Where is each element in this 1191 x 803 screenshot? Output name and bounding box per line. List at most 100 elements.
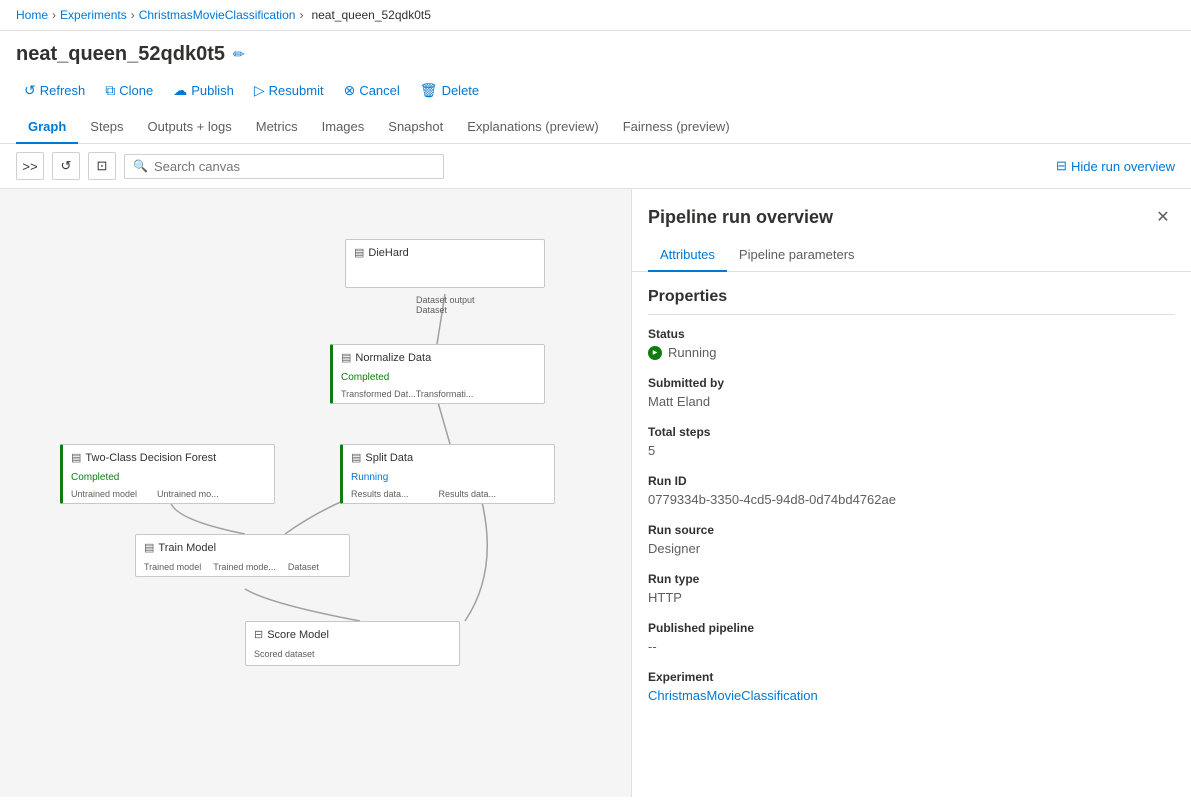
node-split-icon: ▤ xyxy=(351,451,361,464)
node-normalize-label: Normalize Data xyxy=(355,352,431,364)
prop-run-id-label: Run ID xyxy=(648,474,1175,488)
prop-experiment-value[interactable]: ChristmasMovieClassification xyxy=(648,688,1175,703)
node-two-class-icon: ▤ xyxy=(71,451,81,464)
reset-zoom-button[interactable]: ↺ xyxy=(52,152,80,180)
publish-button[interactable]: ☁ Publish xyxy=(165,78,242,103)
properties-title: Properties xyxy=(648,288,1175,315)
panel-title: Pipeline run overview xyxy=(648,207,833,228)
prop-run-source-value: Designer xyxy=(648,541,1175,556)
node-split-label: Split Data xyxy=(365,452,413,464)
prop-run-id: Run ID 0779334b-3350-4cd5-94d8-0d74bd476… xyxy=(648,474,1175,507)
node-split-status: Running xyxy=(343,470,554,487)
prop-total-steps-label: Total steps xyxy=(648,425,1175,439)
main-content: ▤ DieHard Dataset outputDataset ▤ Normal… xyxy=(0,189,1191,797)
clone-button[interactable]: ⧉ Clone xyxy=(97,78,161,103)
node-train-label: Train Model xyxy=(158,542,216,554)
prop-published-pipeline: Published pipeline -- xyxy=(648,621,1175,654)
tab-outputs-logs[interactable]: Outputs + logs xyxy=(136,111,244,144)
pipeline-run-overview-panel: Pipeline run overview ✕ Attributes Pipel… xyxy=(631,189,1191,797)
prop-total-steps-value: 5 xyxy=(648,443,1175,458)
prop-published-pipeline-label: Published pipeline xyxy=(648,621,1175,635)
breadcrumb: Home › Experiments › ChristmasMovieClass… xyxy=(0,0,1191,31)
reset-zoom-icon: ↺ xyxy=(61,158,72,174)
page-title: neat_queen_52qdk0t5 xyxy=(16,43,225,66)
cancel-icon: ⊗ xyxy=(344,82,356,99)
tab-snapshot[interactable]: Snapshot xyxy=(376,111,455,144)
breadcrumb-experiments[interactable]: Experiments xyxy=(60,8,127,22)
node-two-class[interactable]: ▤ Two-Class Decision Forest Completed Un… xyxy=(60,444,275,504)
node-score-label: Score Model xyxy=(267,629,329,641)
search-box: 🔍 xyxy=(124,154,444,179)
prop-status-value: Running xyxy=(668,345,716,360)
delete-icon: 🗑 xyxy=(420,82,438,99)
publish-icon: ☁ xyxy=(173,82,187,99)
prop-submitted-by-value: Matt Eland xyxy=(648,394,1175,409)
prop-run-type: Run type HTTP xyxy=(648,572,1175,605)
prop-run-id-value: 0779334b-3350-4cd5-94d8-0d74bd4762ae xyxy=(648,492,1175,507)
node-train-icon: ▤ xyxy=(144,541,154,554)
prop-run-type-label: Run type xyxy=(648,572,1175,586)
prop-status: Status Running xyxy=(648,327,1175,360)
refresh-button[interactable]: ↺ Refresh xyxy=(16,78,93,103)
toolbar: ↺ Refresh ⧉ Clone ☁ Publish ▷ Resubmit ⊗… xyxy=(0,74,1191,111)
prop-published-pipeline-value: -- xyxy=(648,639,1175,654)
refresh-icon: ↺ xyxy=(24,82,36,99)
hide-run-icon: ⊟ xyxy=(1056,158,1067,174)
tabs: Graph Steps Outputs + logs Metrics Image… xyxy=(0,111,1191,144)
edit-icon[interactable]: ✏ xyxy=(233,46,245,63)
node-normalize-data[interactable]: ▤ Normalize Data Completed Transformed D… xyxy=(330,344,545,404)
node-diehard-label: DieHard xyxy=(368,247,408,259)
delete-button[interactable]: 🗑 Delete xyxy=(412,78,487,103)
node-diehard[interactable]: ▤ DieHard Dataset outputDataset xyxy=(345,239,545,288)
prop-run-type-value: HTTP xyxy=(648,590,1175,605)
panel-header: Pipeline run overview ✕ xyxy=(632,189,1191,241)
search-icon: 🔍 xyxy=(133,159,148,173)
canvas[interactable]: ▤ DieHard Dataset outputDataset ▤ Normal… xyxy=(0,189,631,797)
node-diehard-icon: ▤ xyxy=(354,246,364,259)
prop-status-label: Status xyxy=(648,327,1175,341)
tab-fairness[interactable]: Fairness (preview) xyxy=(611,111,742,144)
canvas-toolbar: >> ↺ ⊡ 🔍 ⊟ Hide run overview xyxy=(0,144,1191,189)
panel-tabs: Attributes Pipeline parameters xyxy=(632,241,1191,272)
prop-submitted-by-label: Submitted by xyxy=(648,376,1175,390)
node-normalize-icon: ▤ xyxy=(341,351,351,364)
node-split-data[interactable]: ▤ Split Data Running Results data...Resu… xyxy=(340,444,555,504)
node-score-model[interactable]: ⊟ Score Model Scored dataset xyxy=(245,621,460,666)
prop-run-source-label: Run source xyxy=(648,523,1175,537)
breadcrumb-classification[interactable]: ChristmasMovieClassification xyxy=(139,8,296,22)
clone-icon: ⧉ xyxy=(105,82,115,99)
node-two-class-status: Completed xyxy=(63,470,274,487)
tab-steps[interactable]: Steps xyxy=(78,111,135,144)
node-two-class-label: Two-Class Decision Forest xyxy=(85,452,216,464)
node-normalize-status: Completed xyxy=(333,370,544,387)
node-train-model[interactable]: ▤ Train Model Trained modelTrained mode.… xyxy=(135,534,350,577)
panel-close-button[interactable]: ✕ xyxy=(1151,205,1175,229)
panel-tab-pipeline-params[interactable]: Pipeline parameters xyxy=(727,241,867,272)
tab-graph[interactable]: Graph xyxy=(16,111,78,144)
breadcrumb-home[interactable]: Home xyxy=(16,8,48,22)
breadcrumb-current: neat_queen_52qdk0t5 xyxy=(311,8,430,22)
expand-icon: >> xyxy=(22,159,37,174)
node-score-icon: ⊟ xyxy=(254,628,263,641)
prop-submitted-by: Submitted by Matt Eland xyxy=(648,376,1175,409)
tab-images[interactable]: Images xyxy=(310,111,377,144)
fit-button[interactable]: ⊡ xyxy=(88,152,116,180)
prop-run-source: Run source Designer xyxy=(648,523,1175,556)
cancel-button[interactable]: ⊗ Cancel xyxy=(336,78,408,103)
tab-metrics[interactable]: Metrics xyxy=(244,111,310,144)
panel-content: Properties Status Running Submitted by M… xyxy=(632,272,1191,797)
tab-explanations[interactable]: Explanations (preview) xyxy=(455,111,611,144)
hide-run-overview-button[interactable]: ⊟ Hide run overview xyxy=(1056,158,1175,174)
prop-experiment: Experiment ChristmasMovieClassification xyxy=(648,670,1175,703)
prop-total-steps: Total steps 5 xyxy=(648,425,1175,458)
prop-experiment-label: Experiment xyxy=(648,670,1175,684)
page-title-row: neat_queen_52qdk0t5 ✏ xyxy=(0,31,1191,74)
status-row: Running xyxy=(648,345,1175,360)
panel-tab-attributes[interactable]: Attributes xyxy=(648,241,727,272)
status-running-indicator xyxy=(648,346,662,360)
resubmit-button[interactable]: ▷ Resubmit xyxy=(246,78,332,103)
fit-icon: ⊡ xyxy=(97,158,108,174)
resubmit-icon: ▷ xyxy=(254,82,265,99)
search-input[interactable] xyxy=(154,159,435,174)
expand-button[interactable]: >> xyxy=(16,152,44,180)
